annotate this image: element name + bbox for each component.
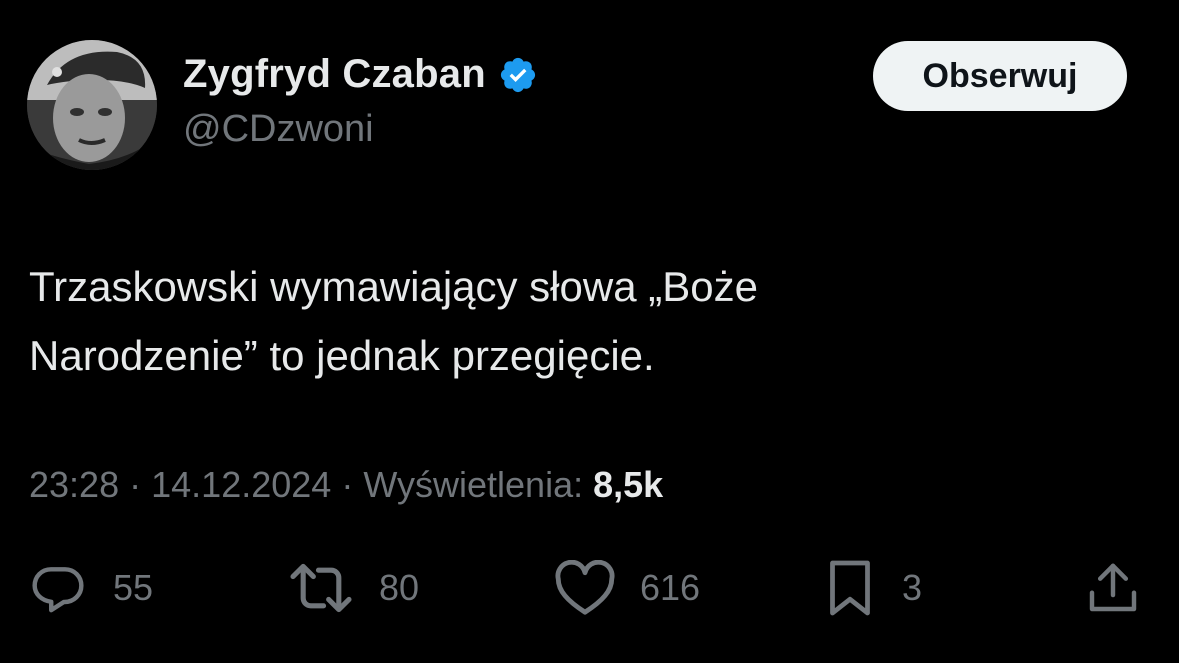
repost-button[interactable]: 80 (287, 560, 419, 616)
reply-button[interactable]: 55 (27, 560, 153, 616)
meta-separator: · (129, 464, 142, 505)
tweet-meta: 23:28 · 14.12.2024 · Wyświetlenia: 8,5k (29, 464, 663, 506)
share-icon (1089, 563, 1137, 612)
tweet-text-line: Trzaskowski wymawiający słowa „Boże (29, 263, 758, 310)
tweet-date[interactable]: 14.12.2024 (151, 464, 331, 505)
views-label: Wyświetlenia: (363, 464, 584, 505)
follow-button[interactable]: Obserwuj (873, 41, 1127, 111)
like-count: 616 (640, 567, 701, 608)
tweet-text: Trzaskowski wymawiający słowa „Boże Naro… (29, 252, 1149, 390)
like-button[interactable]: 616 (554, 560, 700, 616)
bookmark-icon (830, 560, 870, 616)
meta-separator: · (341, 464, 354, 505)
reply-icon (32, 567, 84, 613)
views-count: 8,5k (593, 464, 664, 505)
author-display-name[interactable]: Zygfryd Czaban (183, 52, 486, 97)
verified-badge-icon[interactable] (498, 55, 538, 95)
repost-count: 80 (379, 567, 420, 608)
tweet-card: Zygfryd Czaban @CDzwoni Obserwuj Trzasko… (0, 0, 1179, 663)
repost-icon (290, 563, 352, 613)
avatar-portrait-image (27, 40, 157, 170)
bookmark-count: 3 (902, 567, 923, 608)
reply-count: 55 (113, 567, 154, 608)
author-name-row: Zygfryd Czaban (183, 52, 538, 97)
heart-icon (555, 560, 615, 615)
tweet-text-line: Narodzenie” to jednak przegięcie. (29, 332, 655, 379)
share-button[interactable] (1085, 560, 1141, 616)
bookmark-button[interactable]: 3 (822, 560, 922, 616)
author-handle[interactable]: @CDzwoni (183, 108, 374, 151)
tweet-time[interactable]: 23:28 (29, 464, 119, 505)
avatar[interactable] (27, 40, 157, 170)
